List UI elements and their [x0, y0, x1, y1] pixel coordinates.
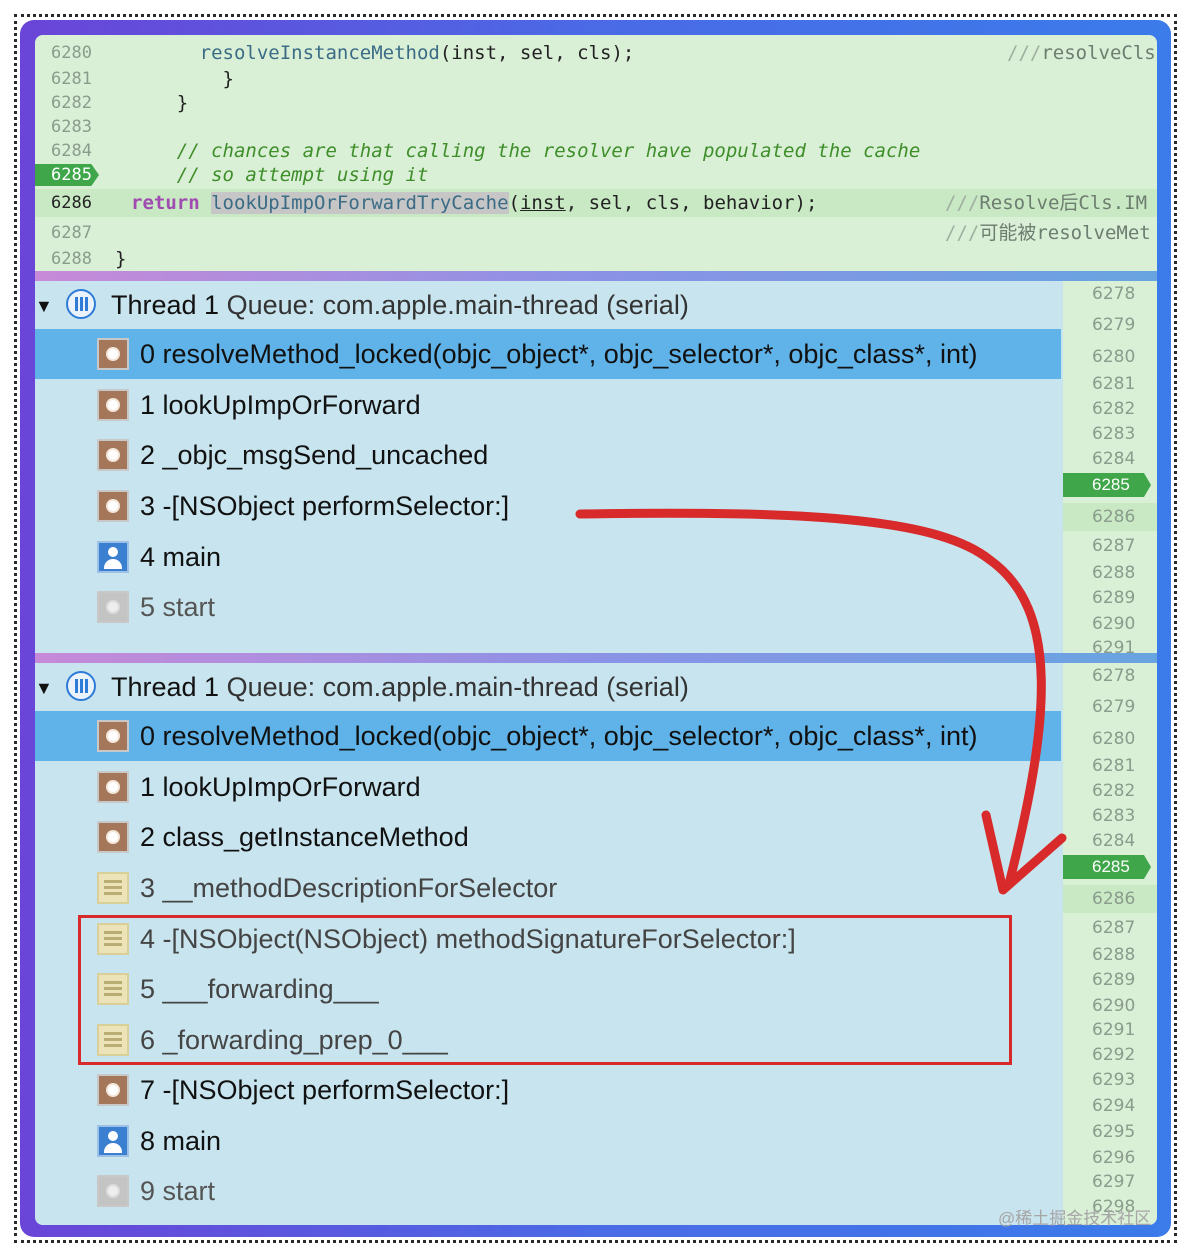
watermark: @稀土掘金技术社区 [998, 1209, 1152, 1228]
red-arrow [575, 508, 1067, 895]
